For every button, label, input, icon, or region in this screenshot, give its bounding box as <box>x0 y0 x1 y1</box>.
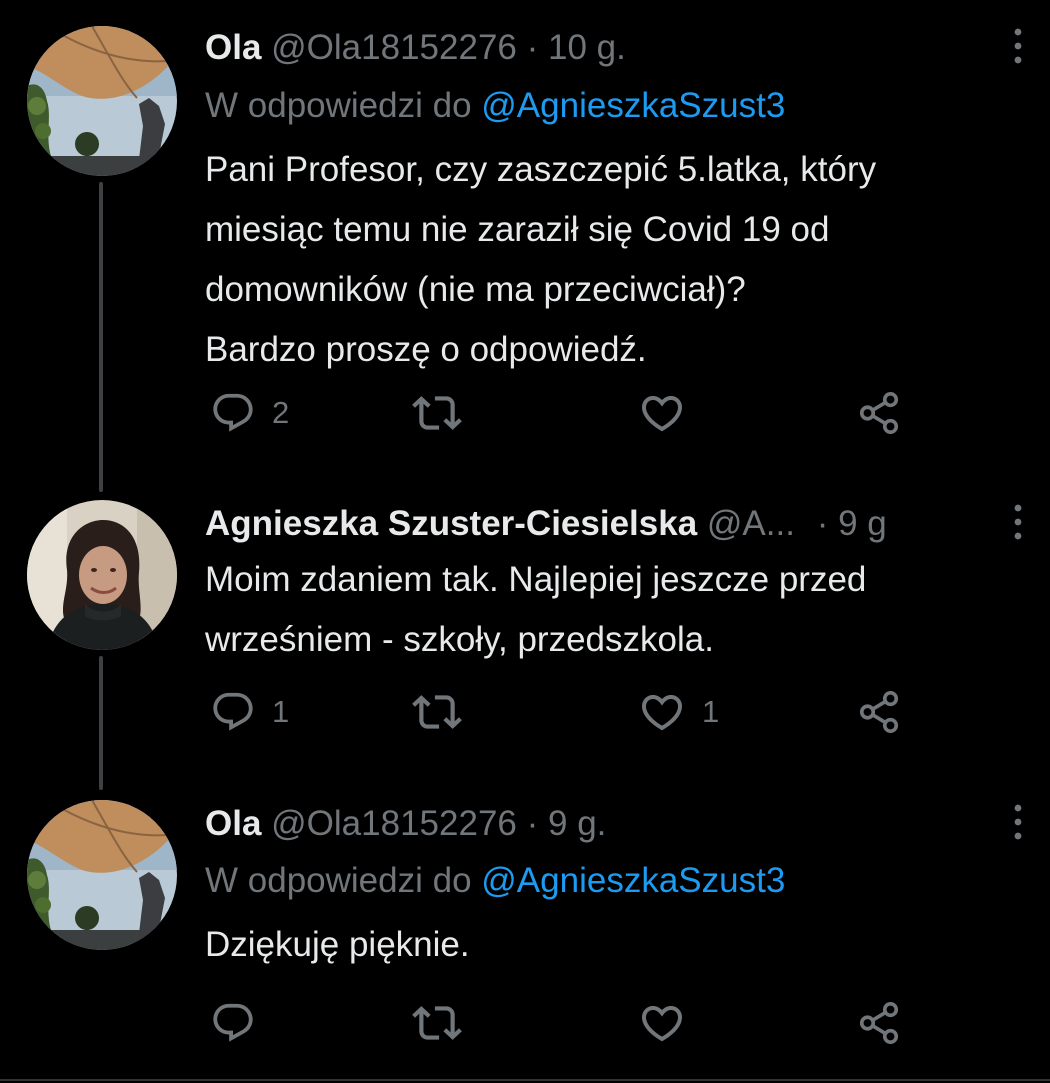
tweet-header: Agnieszka Szuster-Ciesielska @A... · 9 g <box>205 502 887 546</box>
action-bar <box>0 998 1050 1048</box>
tweet-text-line: Moim zdaniem tak. Najlepiej jeszcze prze… <box>205 560 867 599</box>
separator: · <box>526 28 539 67</box>
tweet-text-line: domowników (nie ma przeciwciał)? <box>205 270 746 309</box>
tweet-text: Pani Profesor, czy zaszczepić 5.latka, k… <box>205 140 1005 380</box>
more-vertical-icon[interactable] <box>1006 24 1030 68</box>
reply-context: W odpowiedzi do @AgnieszkaSzust3 <box>205 859 785 903</box>
author-name[interactable]: Ola <box>205 804 261 843</box>
like-button[interactable]: 1 <box>638 687 719 737</box>
tweet-text-line: wrześniem - szkoły, przedszkola. <box>205 620 714 659</box>
tweet-text-line: miesiąc temu nie zaraził się Covid 19 od <box>205 210 830 249</box>
tweet-text: Dziękuję pięknie. <box>205 915 1005 975</box>
tweet-text-line: Pani Profesor, czy zaszczepić 5.latka, k… <box>205 150 877 189</box>
retweet-button[interactable] <box>412 998 462 1048</box>
avatar[interactable] <box>27 500 177 650</box>
reply-count: 1 <box>272 694 290 729</box>
reply-context: W odpowiedzi do @AgnieszkaSzust3 <box>205 84 785 128</box>
tweet-header: Ola @Ola18152276 · 10 g. <box>205 26 626 70</box>
action-bar: 1 1 <box>0 687 1050 737</box>
author-name[interactable]: Agnieszka Szuster-Ciesielska <box>205 504 697 543</box>
share-icon <box>856 390 902 436</box>
reply-icon <box>210 1000 256 1046</box>
reply-button[interactable]: 2 <box>210 388 289 438</box>
reply-count: 2 <box>272 395 290 430</box>
tweet-text: Moim zdaniem tak. Najlepiej jeszcze prze… <box>205 550 1005 670</box>
share-button[interactable] <box>856 388 902 438</box>
like-icon <box>638 389 686 437</box>
reply-icon <box>210 689 256 735</box>
reply-mention-link[interactable]: @AgnieszkaSzust3 <box>481 86 785 125</box>
share-button[interactable] <box>856 998 902 1048</box>
timestamp[interactable]: 9 g <box>838 504 887 543</box>
tweet-text-line: Bardzo proszę o odpowiedź. <box>205 330 647 369</box>
reply-button[interactable] <box>210 998 256 1048</box>
avatar[interactable] <box>27 800 177 950</box>
divider <box>0 1079 1050 1081</box>
like-button[interactable] <box>638 998 686 1048</box>
retweet-icon <box>412 998 462 1048</box>
retweet-button[interactable] <box>412 388 462 438</box>
tweet-2[interactable]: Agnieszka Szuster-Ciesielska @A... · 9 g… <box>0 490 1050 790</box>
separator: · <box>816 504 829 543</box>
like-button[interactable] <box>638 388 686 438</box>
tweet-text-line: Dziękuję pięknie. <box>205 925 470 964</box>
reply-prefix: W odpowiedzi do <box>205 86 472 125</box>
like-icon <box>638 999 686 1047</box>
timestamp[interactable]: 9 g. <box>548 804 606 843</box>
timestamp[interactable]: 10 g. <box>548 28 626 67</box>
author-handle[interactable]: @Ola18152276 <box>271 804 517 843</box>
separator: · <box>526 804 539 843</box>
share-icon <box>856 1000 902 1046</box>
author-handle[interactable]: @A... <box>707 504 795 543</box>
share-button[interactable] <box>856 687 902 737</box>
action-bar: 2 <box>0 388 1050 438</box>
avatar[interactable] <box>27 26 177 176</box>
tweet-header: Ola @Ola18152276 · 9 g. <box>205 802 606 846</box>
reply-prefix: W odpowiedzi do <box>205 861 472 900</box>
reply-button[interactable]: 1 <box>210 687 289 737</box>
more-vertical-icon[interactable] <box>1006 800 1030 844</box>
reply-mention-link[interactable]: @AgnieszkaSzust3 <box>481 861 785 900</box>
like-icon <box>638 688 686 736</box>
more-vertical-icon[interactable] <box>1006 500 1030 544</box>
author-name[interactable]: Ola <box>205 28 261 67</box>
reply-icon <box>210 390 256 436</box>
like-count: 1 <box>702 694 720 729</box>
retweet-icon <box>412 388 462 438</box>
author-handle[interactable]: @Ola18152276 <box>271 28 517 67</box>
tweet-1[interactable]: Ola @Ola18152276 · 10 g. W odpowiedzi do… <box>0 0 1050 480</box>
retweet-icon <box>412 687 462 737</box>
retweet-button[interactable] <box>412 687 462 737</box>
share-icon <box>856 689 902 735</box>
tweet-3[interactable]: Ola @Ola18152276 · 9 g. W odpowiedzi do … <box>0 790 1050 1079</box>
